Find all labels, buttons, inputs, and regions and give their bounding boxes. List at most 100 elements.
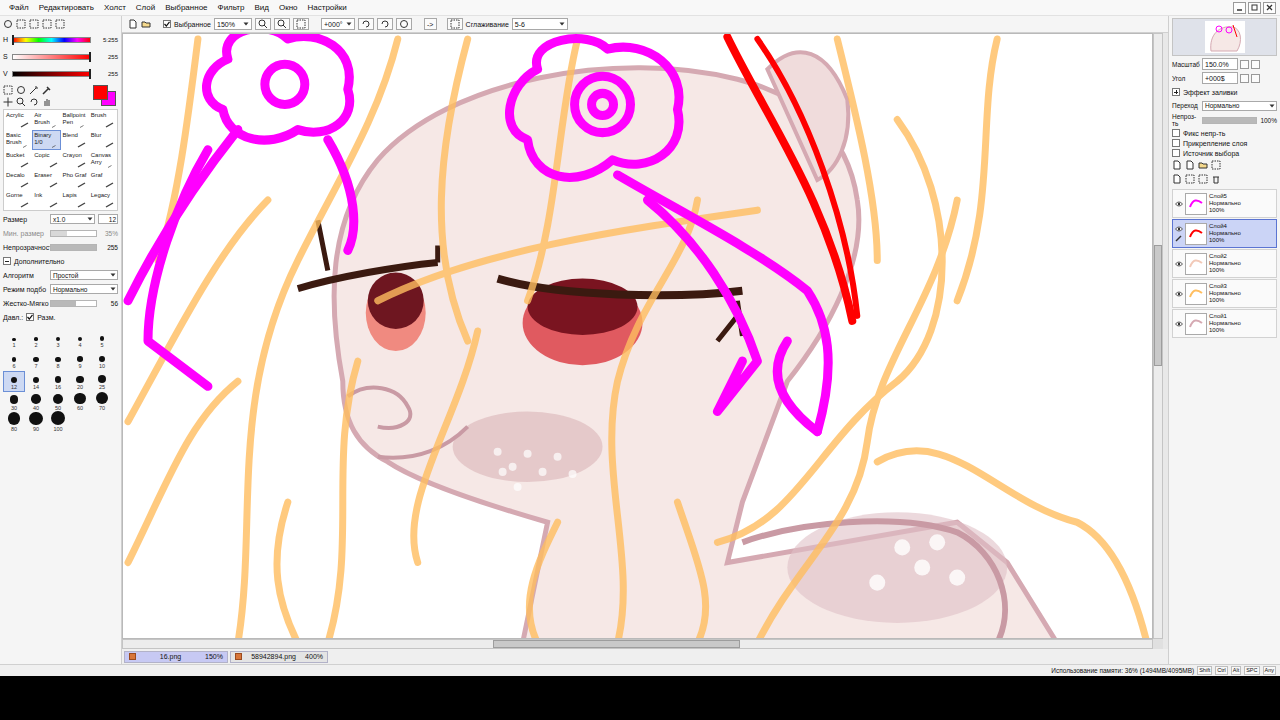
rotate-left-button[interactable] [1240, 74, 1249, 83]
brush-size[interactable]: 60 [69, 392, 91, 413]
zoom-in-button[interactable] [1251, 60, 1260, 69]
flip-button[interactable]: -> [424, 18, 437, 30]
menu-item[interactable]: Файл [4, 0, 34, 15]
eye-icon[interactable] [1175, 321, 1183, 327]
brush-tool[interactable]: Lapis [61, 190, 89, 210]
zoom-out-button[interactable] [1240, 60, 1249, 69]
color-slider[interactable] [12, 37, 91, 43]
brush-size[interactable]: 8 [47, 350, 69, 371]
merge-down-icon[interactable] [1185, 174, 1195, 184]
brush-tool[interactable]: Blend [61, 130, 89, 150]
layer-mask-icon[interactable] [1211, 160, 1221, 170]
density-bar[interactable] [50, 244, 97, 251]
brush-tool[interactable]: Bucket [4, 150, 32, 170]
brush-tool[interactable]: Pho Graf [61, 170, 89, 190]
layer-option[interactable]: Фикс непр-ть [1172, 129, 1277, 137]
brush-size[interactable]: 5 [91, 329, 113, 350]
menu-item[interactable]: Настройки [303, 0, 352, 15]
brush-size[interactable]: 7 [25, 350, 47, 371]
slider-marker[interactable] [12, 35, 14, 45]
layer-option-checkbox[interactable] [1172, 139, 1180, 147]
expand-toggle[interactable] [3, 257, 11, 265]
zoom-reset-button[interactable] [293, 18, 309, 30]
navigator-preview[interactable] [1172, 18, 1277, 56]
rotate-right-button[interactable] [377, 18, 393, 30]
advanced-section-header[interactable]: Дополнительно [3, 255, 118, 267]
menu-item[interactable]: Вид [249, 0, 273, 15]
menu-item[interactable]: Редактировать [34, 0, 99, 15]
color-wheel-icon[interactable] [3, 19, 13, 29]
rotate-reset-icon[interactable] [399, 19, 409, 29]
layer-opacity-bar[interactable] [1202, 117, 1257, 124]
algorithm-select[interactable]: Простой [50, 270, 118, 280]
menu-item[interactable]: Холст [99, 0, 131, 15]
palette-icon[interactable] [42, 19, 52, 29]
brush-tool[interactable]: Eraser [32, 170, 60, 190]
restore-button[interactable] [1248, 2, 1261, 14]
rotate-left-button[interactable] [358, 18, 374, 30]
layer-row[interactable]: Слой5Нормально100% [1172, 189, 1277, 218]
layer-option-checkbox[interactable] [1172, 149, 1180, 157]
brush-tool[interactable]: Acrylic [4, 110, 32, 130]
brush-tool[interactable]: Decalo [4, 170, 32, 190]
horizontal-scrollbar[interactable] [122, 639, 1153, 649]
brush-tool[interactable]: Blur [89, 130, 117, 150]
zoom-in-icon[interactable] [277, 19, 287, 29]
brush-size[interactable]: 20 [69, 371, 91, 392]
brush-size[interactable]: 100 [47, 413, 69, 434]
selection-checkbox[interactable] [163, 20, 171, 28]
rotate-right-icon[interactable] [380, 19, 390, 29]
brush-tool[interactable]: Binary 1/0 [32, 130, 60, 150]
slider-marker[interactable] [89, 52, 91, 62]
minimize-button[interactable] [1233, 2, 1246, 14]
brush-tool[interactable]: Ink [32, 190, 60, 210]
hand-icon[interactable] [42, 97, 52, 107]
blend-mode-select[interactable]: Нормально [50, 284, 118, 294]
layer-option-checkbox[interactable] [1172, 129, 1180, 137]
rotate-reset-button[interactable] [396, 18, 412, 30]
eye-icon[interactable] [1175, 291, 1183, 297]
zoom-out-button[interactable] [255, 18, 271, 30]
layer-blend-select[interactable]: Нормально [1202, 101, 1277, 111]
eye-icon[interactable] [1175, 261, 1183, 267]
new-layer-set-icon[interactable] [1185, 160, 1195, 170]
menu-item[interactable]: Слой [131, 0, 160, 15]
brush-size[interactable]: 2 [25, 329, 47, 350]
scroll-thumb[interactable] [493, 640, 740, 648]
rotate-icon[interactable] [29, 97, 39, 107]
hardness-bar[interactable] [50, 300, 97, 307]
eye-icon[interactable] [1175, 226, 1183, 232]
clear-layer-icon[interactable] [1198, 174, 1208, 184]
size-value[interactable]: 12 [98, 214, 118, 224]
canvas-artwork[interactable] [123, 34, 1152, 638]
brush-size[interactable]: 90 [25, 413, 47, 434]
layer-row[interactable]: Слой3Нормально100% [1172, 279, 1277, 308]
zoom-in-button[interactable] [274, 18, 290, 30]
rgb-slider-icon[interactable] [16, 19, 26, 29]
zoom-field[interactable]: 150.0% [1202, 58, 1238, 70]
brush-size[interactable]: 40 [25, 392, 47, 413]
copy-layer-icon[interactable] [1172, 174, 1182, 184]
zoom-icon[interactable] [16, 97, 26, 107]
min-size-bar[interactable] [50, 230, 97, 237]
brush-size[interactable]: 50 [47, 392, 69, 413]
fill-effect-header[interactable]: Эффект заливки [1172, 86, 1277, 98]
brush-tool[interactable]: Brush [89, 110, 117, 130]
slider-marker[interactable] [89, 69, 91, 79]
stabilizer-button[interactable] [447, 18, 463, 30]
scratchpad-icon[interactable] [55, 19, 65, 29]
color-slider[interactable] [12, 71, 91, 77]
hsv-slider-icon[interactable] [29, 19, 39, 29]
brush-tool[interactable]: Graf [89, 170, 117, 190]
brush-tool[interactable]: Copic [32, 150, 60, 170]
eyedropper-icon[interactable] [42, 85, 52, 95]
menu-item[interactable]: Окно [274, 0, 303, 15]
stabilizer-icon[interactable] [450, 19, 460, 29]
move-icon[interactable] [3, 97, 13, 107]
pressure-size-option[interactable]: Разм. [26, 313, 55, 321]
zoom-out-icon[interactable] [258, 19, 268, 29]
rotate-right-button[interactable] [1251, 74, 1260, 83]
menu-item[interactable]: Выбранное [160, 0, 212, 15]
color-slider[interactable] [12, 54, 91, 60]
delete-layer-icon[interactable] [1211, 174, 1221, 184]
